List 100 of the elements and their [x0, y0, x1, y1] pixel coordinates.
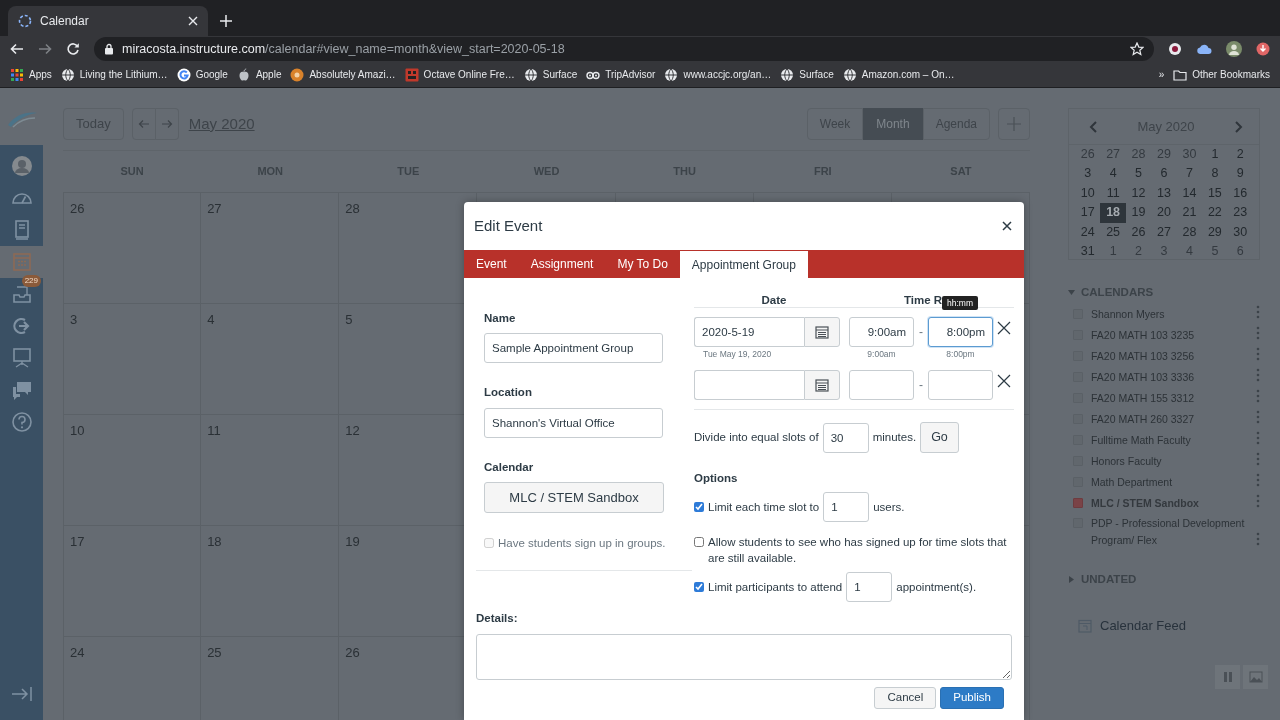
end-time-field[interactable]: 8:00pm [928, 317, 993, 347]
address-bar[interactable]: miracosta.instructure.com/calendar#view_name=month&view_start=2020-05-18 [94, 37, 1154, 61]
more-options-icon[interactable] [1256, 347, 1260, 362]
mini-calendar-day[interactable]: 21 [1176, 203, 1203, 223]
nav-item[interactable] [0, 246, 43, 278]
new-tab-icon[interactable] [220, 15, 232, 27]
mini-calendar-day[interactable]: 25 [1100, 222, 1126, 243]
mini-calendar-day[interactable]: 2 [1227, 145, 1253, 165]
bookmark-link[interactable]: Absolutely Amazi… [290, 67, 396, 82]
mini-calendar-day[interactable]: 27 [1151, 222, 1177, 243]
location-field[interactable]: Shannon's Virtual Office [484, 407, 663, 438]
mini-calendar-day[interactable]: 10 [1075, 183, 1101, 204]
pause-button[interactable] [1215, 665, 1240, 689]
mini-calendar-day[interactable]: 11 [1100, 183, 1126, 204]
reload-icon[interactable] [66, 42, 80, 56]
go-button[interactable]: Go [920, 422, 959, 453]
nav-item[interactable]: 229 [0, 278, 43, 310]
limit-field[interactable]: 1 [846, 572, 893, 603]
mini-calendar-day[interactable]: 31 [1075, 242, 1101, 259]
mini-calendar-day[interactable]: 4 [1100, 164, 1126, 184]
collapse-icon[interactable] [10, 686, 33, 702]
bookmark-link[interactable]: Apple [236, 67, 282, 82]
more-options-icon[interactable] [1256, 305, 1260, 320]
mini-calendar-day[interactable]: 7 [1176, 164, 1203, 184]
remove-icon[interactable] [996, 320, 1012, 336]
mini-calendar-day[interactable]: 1 [1202, 145, 1228, 165]
mini-calendar-day[interactable]: 19 [1125, 203, 1152, 223]
bookmark-link[interactable]: Surface [523, 67, 578, 82]
name-field[interactable]: Sample Appointment Group [484, 333, 663, 364]
browser-tab[interactable]: Calendar [8, 6, 208, 36]
profile-avatar[interactable] [1226, 41, 1242, 57]
date-field[interactable]: 2020-5-19 [694, 317, 804, 347]
more-bookmarks-button[interactable]: » [1158, 67, 1165, 82]
mini-calendar-day[interactable]: 20 [1151, 203, 1177, 223]
bookmark-link[interactable]: Surface [780, 67, 834, 82]
more-options-icon[interactable] [1256, 531, 1260, 546]
tab[interactable]: Event [464, 250, 519, 278]
mini-calendar-day[interactable]: 3 [1075, 164, 1101, 184]
mini-calendar-day[interactable]: 9 [1227, 164, 1253, 184]
calendar-checkbox[interactable] [1073, 497, 1083, 508]
picture-button[interactable] [1243, 665, 1268, 689]
star-icon[interactable] [1130, 42, 1144, 56]
mini-calendar-day[interactable]: 17 [1075, 203, 1101, 223]
bookmark-link[interactable]: Apps [10, 67, 52, 82]
bookmark-link[interactable]: Amazon.com – On… [842, 67, 955, 82]
checkbox[interactable] [694, 582, 704, 593]
cloud-icon[interactable] [1196, 42, 1212, 56]
mini-calendar-day[interactable]: 6 [1151, 164, 1177, 184]
caret-icon[interactable] [1068, 289, 1075, 297]
mini-calendar-day[interactable]: 16 [1227, 183, 1253, 204]
mini-calendar-day[interactable]: 22 [1202, 203, 1228, 223]
end-time-field[interactable] [928, 370, 993, 400]
mini-calendar-day[interactable]: 29 [1202, 222, 1228, 243]
next-button[interactable] [155, 108, 179, 140]
mini-calendar-day[interactable]: 26 [1125, 222, 1152, 243]
date-field[interactable] [694, 370, 804, 400]
publish-button[interactable]: Publish [940, 686, 1004, 709]
bookmark-link[interactable]: TripAdvisor [586, 67, 656, 82]
mini-calendar-day[interactable]: 15 [1202, 183, 1228, 204]
mini-calendar-day[interactable]: 30 [1227, 222, 1253, 243]
mini-calendar-day[interactable]: 8 [1202, 164, 1228, 184]
forward-icon[interactable] [38, 42, 52, 56]
calendar-feed-link[interactable]: Calendar Feed [1078, 615, 1260, 636]
checkbox[interactable] [694, 502, 704, 513]
bookmark-link[interactable]: Google [176, 67, 228, 82]
tab[interactable]: My To Do [605, 250, 680, 278]
update-icon[interactable] [1256, 42, 1270, 56]
mini-calendar-day[interactable]: 24 [1075, 222, 1101, 243]
mini-calendar-day[interactable]: 28 [1176, 222, 1203, 243]
more-options-icon[interactable] [1256, 326, 1260, 341]
mini-calendar-day[interactable]: 12 [1125, 183, 1152, 204]
details-field[interactable] [476, 633, 1012, 680]
more-options-icon[interactable] [1256, 473, 1260, 488]
start-time-field[interactable]: 9:00am [849, 317, 914, 347]
start-time-field[interactable] [849, 370, 914, 400]
bookmark-link[interactable]: www.accjc.org/an… [664, 67, 772, 82]
more-options-icon[interactable] [1256, 389, 1260, 404]
checkbox[interactable] [694, 537, 704, 548]
mini-calendar-day[interactable]: 13 [1151, 183, 1177, 204]
cancel-button[interactable]: Cancel [874, 686, 937, 709]
date-picker-button[interactable] [804, 317, 840, 347]
close-icon[interactable] [1002, 221, 1012, 231]
more-options-icon[interactable] [1256, 368, 1260, 383]
mini-calendar-day[interactable]: 18 [1100, 203, 1126, 223]
date-picker-button[interactable] [804, 370, 840, 400]
back-icon[interactable] [10, 42, 24, 56]
extension-icon[interactable] [1168, 42, 1182, 56]
calendar-select-button[interactable]: MLC / STEM Sandbox [484, 481, 664, 513]
caret-icon[interactable] [1068, 575, 1075, 583]
more-options-icon[interactable] [1256, 494, 1260, 509]
mini-calendar-day[interactable]: 14 [1176, 183, 1203, 204]
chevron-right-icon[interactable] [1235, 120, 1243, 133]
bookmark-link[interactable]: Octave Online Fre… [404, 67, 515, 82]
more-options-icon[interactable] [1256, 410, 1260, 425]
mini-calendar-day[interactable]: 23 [1227, 203, 1253, 223]
more-options-icon[interactable] [1256, 431, 1260, 446]
mini-calendar-day[interactable]: 5 [1125, 164, 1152, 184]
remove-icon[interactable] [996, 373, 1012, 389]
tab[interactable]: Appointment Group [679, 250, 808, 278]
chevron-left-icon[interactable] [1089, 120, 1097, 133]
